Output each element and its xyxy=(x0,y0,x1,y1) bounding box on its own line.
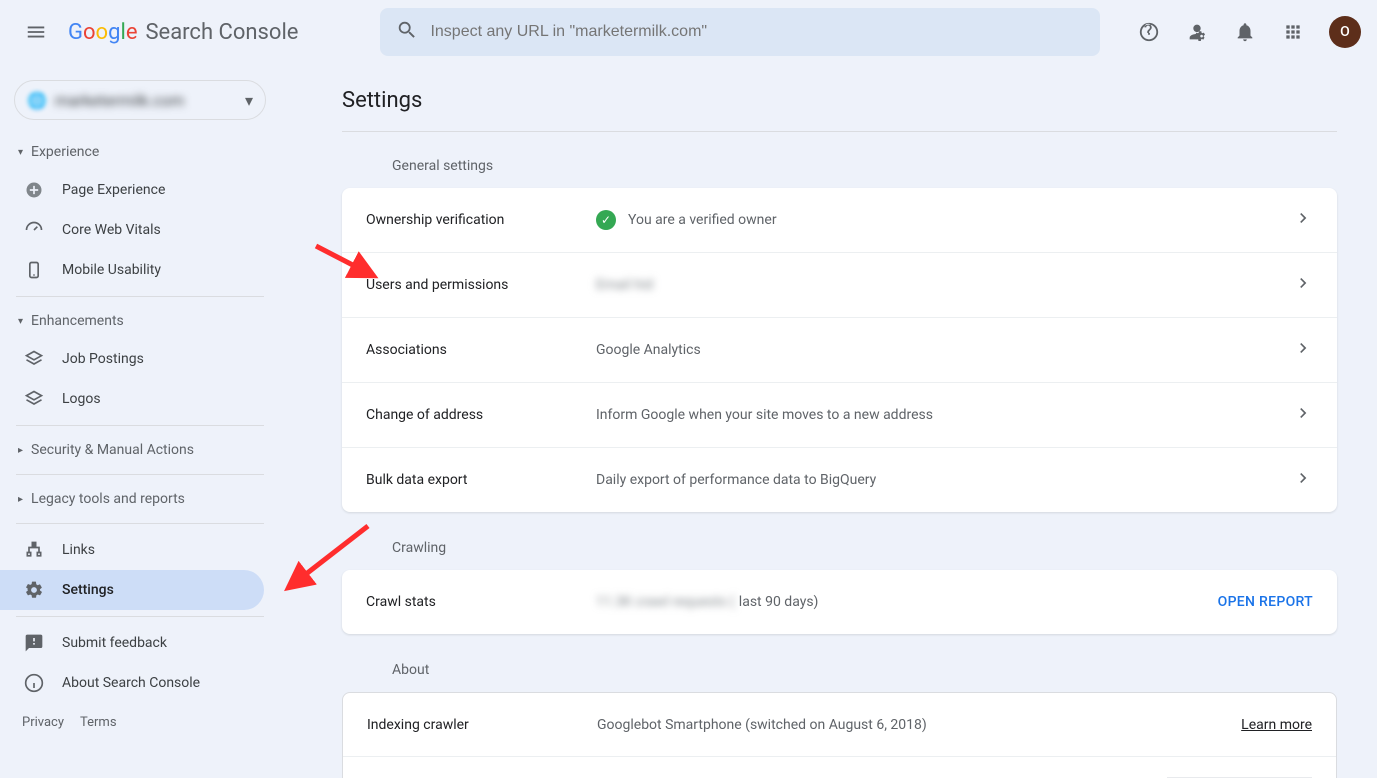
chevron-right-icon xyxy=(1293,403,1313,427)
help-button[interactable] xyxy=(1129,12,1169,52)
row-associations[interactable]: Associations Google Analytics xyxy=(342,318,1337,383)
open-report-button[interactable]: OPEN REPORT xyxy=(1218,594,1313,610)
help-icon xyxy=(1138,21,1160,43)
card-about: Indexing crawler Googlebot Smartphone (s… xyxy=(342,692,1337,778)
row-property-added: Property added to account October 12, 20… xyxy=(343,757,1336,778)
row-users-permissions[interactable]: Users and permissions Email hid xyxy=(342,253,1337,318)
terms-link[interactable]: Terms xyxy=(80,715,117,730)
row-ownership-verification[interactable]: Ownership verification ✓ You are a verif… xyxy=(342,188,1337,253)
layers-icon xyxy=(24,349,44,369)
section-label-about: About xyxy=(392,662,1337,678)
main: Settings General settings Ownership veri… xyxy=(280,64,1377,778)
product-name: Search Console xyxy=(145,20,298,45)
person-gear-icon xyxy=(1186,21,1208,43)
page-title: Settings xyxy=(342,88,1337,113)
sitemap-icon xyxy=(24,540,44,560)
section-label-crawling: Crawling xyxy=(392,540,1337,556)
feedback-icon xyxy=(24,633,44,653)
gauge-icon xyxy=(24,220,44,240)
gear-icon xyxy=(24,580,44,600)
row-indexing-crawler: Indexing crawler Googlebot Smartphone (s… xyxy=(343,693,1336,757)
notifications-button[interactable] xyxy=(1225,12,1265,52)
sidebar-item-label: Logos xyxy=(62,391,101,407)
sidebar-item-label: Job Postings xyxy=(62,351,144,367)
footer-links: Privacy Terms xyxy=(0,703,280,742)
section-legacy[interactable]: ▸ Legacy tools and reports xyxy=(0,481,280,517)
sidebar-item-logos[interactable]: Logos xyxy=(0,379,264,419)
globe-icon: 🌐 xyxy=(27,91,47,110)
caret-down-icon: ▾ xyxy=(18,147,23,158)
sidebar-item-settings[interactable]: Settings xyxy=(0,570,264,610)
sidebar-item-page-experience[interactable]: Page Experience xyxy=(0,170,264,210)
sidebar-item-core-web-vitals[interactable]: Core Web Vitals xyxy=(0,210,264,250)
circle-plus-icon xyxy=(24,180,44,200)
section-experience[interactable]: ▾ Experience xyxy=(0,134,280,170)
chevron-right-icon xyxy=(1293,273,1313,297)
sidebar-item-label: Settings xyxy=(62,582,114,598)
section-security[interactable]: ▸ Security & Manual Actions xyxy=(0,432,280,468)
sidebar-item-job-postings[interactable]: Job Postings xyxy=(0,339,264,379)
property-name: marketermilk.com xyxy=(55,91,245,110)
chevron-right-icon xyxy=(1293,208,1313,232)
chevron-right-icon xyxy=(1293,468,1313,492)
caret-right-icon: ▸ xyxy=(18,445,23,456)
manage-users-button[interactable] xyxy=(1177,12,1217,52)
search-input[interactable] xyxy=(430,23,1092,41)
phone-icon xyxy=(24,260,44,280)
caret-right-icon: ▸ xyxy=(18,494,23,505)
menu-button[interactable] xyxy=(16,12,56,52)
property-selector[interactable]: 🌐 marketermilk.com ▾ xyxy=(14,80,266,120)
sidebar-item-label: Submit feedback xyxy=(62,635,167,651)
sidebar-item-mobile-usability[interactable]: Mobile Usability xyxy=(0,250,264,290)
avatar[interactable]: O xyxy=(1329,16,1361,48)
search-bar[interactable] xyxy=(380,8,1100,56)
search-icon xyxy=(396,19,418,45)
sidebar: 🌐 marketermilk.com ▾ ▾ Experience Page E… xyxy=(0,64,280,778)
sidebar-item-label: Core Web Vitals xyxy=(62,222,161,238)
logo: Google Search Console xyxy=(68,20,298,45)
card-crawling: Crawl stats 11.3K crawl requests ( last … xyxy=(342,570,1337,634)
apps-grid-icon xyxy=(1283,22,1303,42)
sidebar-item-label: Page Experience xyxy=(62,182,165,198)
card-general-settings: Ownership verification ✓ You are a verif… xyxy=(342,188,1337,512)
sidebar-item-links[interactable]: Links xyxy=(0,530,264,570)
section-enhancements[interactable]: ▾ Enhancements xyxy=(0,303,280,339)
sidebar-item-about[interactable]: About Search Console xyxy=(0,663,264,703)
sidebar-item-label: Links xyxy=(62,542,95,558)
check-circle-icon: ✓ xyxy=(596,210,616,230)
row-change-of-address[interactable]: Change of address Inform Google when you… xyxy=(342,383,1337,448)
caret-down-icon: ▾ xyxy=(18,316,23,327)
bell-icon xyxy=(1234,21,1256,43)
row-crawl-stats[interactable]: Crawl stats 11.3K crawl requests ( last … xyxy=(342,570,1337,634)
header: Google Search Console O xyxy=(0,0,1377,64)
learn-more-link[interactable]: Learn more xyxy=(1241,717,1312,733)
sidebar-item-label: About Search Console xyxy=(62,675,200,691)
chevron-right-icon xyxy=(1293,338,1313,362)
apps-button[interactable] xyxy=(1273,12,1313,52)
info-icon xyxy=(24,673,44,693)
sidebar-item-submit-feedback[interactable]: Submit feedback xyxy=(0,623,264,663)
section-label-general: General settings xyxy=(392,158,1337,174)
row-bulk-data-export[interactable]: Bulk data export Daily export of perform… xyxy=(342,448,1337,512)
chevron-down-icon: ▾ xyxy=(245,91,253,110)
hamburger-icon xyxy=(25,21,47,43)
sidebar-item-label: Mobile Usability xyxy=(62,262,161,278)
privacy-link[interactable]: Privacy xyxy=(22,715,64,730)
layers-icon xyxy=(24,389,44,409)
